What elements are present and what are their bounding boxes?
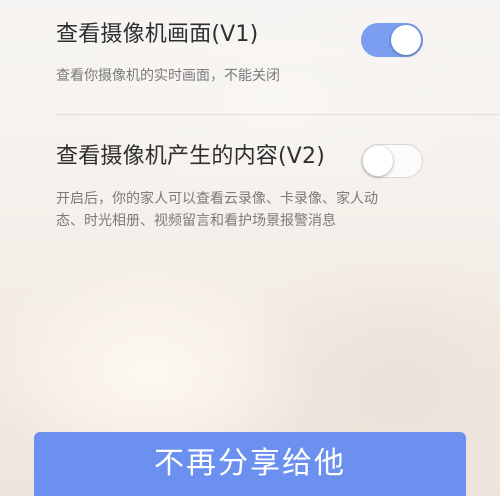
view-content-title: 查看摄像机产生的内容(V2) <box>56 144 326 169</box>
view-content-description-line1: 开启后，你的家人可以查看云录像、卡录像、家人动 <box>56 191 378 207</box>
stop-sharing-button[interactable]: 不再分享给他 <box>34 432 466 496</box>
view-camera-title: 查看摄像机画面(V1) <box>56 22 259 47</box>
view-content-description-line2: 态、时光相册、视频留言和看护场景报警消息 <box>56 213 336 229</box>
toggle-knob <box>363 146 393 176</box>
section-divider <box>56 114 500 115</box>
view-camera-toggle[interactable] <box>361 23 423 57</box>
share-settings-panel: 查看摄像机画面(V1) 查看你摄像机的实时画面，不能关闭 查看摄像机产生的内容(… <box>0 0 500 496</box>
view-content-toggle[interactable] <box>361 144 423 178</box>
view-camera-description: 查看你摄像机的实时画面，不能关闭 <box>56 68 280 84</box>
toggle-knob <box>391 25 421 55</box>
